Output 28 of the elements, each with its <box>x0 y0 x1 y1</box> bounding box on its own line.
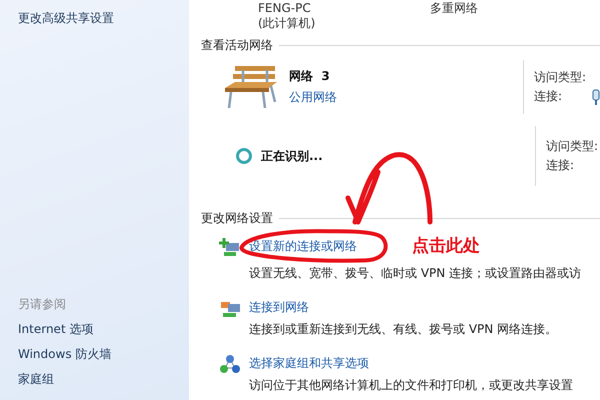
task-description: 设置无线、宽带、拨号、临时或 VPN 连接；或设置路由器或访 <box>249 265 582 282</box>
cable-plug-icon <box>592 88 600 104</box>
network-name: 正在识别... <box>261 148 323 164</box>
task-link[interactable]: 连接到网络 <box>249 300 309 314</box>
section-heading: 更改网络设置 <box>201 210 273 227</box>
network-map-label: 多重网络 <box>430 1 479 16</box>
task-link[interactable]: 选择家庭组和共享选项 <box>249 356 369 370</box>
annotation-text: 点击此处 <box>412 235 480 257</box>
task-description: 访问位于其他网络计算机上的文件和打印机，或更改共享设置 <box>249 377 573 394</box>
homegroup-icon <box>219 354 241 376</box>
network-category-link[interactable]: 公用网络 <box>289 89 337 106</box>
access-type-label: 访问类型: <box>534 70 586 84</box>
computer-name: FENG-PC <box>258 1 312 16</box>
network-add-icon <box>219 237 241 259</box>
sidebar-link[interactable]: Internet 选项 <box>18 317 189 342</box>
see-also-title: 另请参阅 <box>18 296 67 313</box>
sidebar-link[interactable]: Windows 防火墙 <box>18 342 189 367</box>
sidebar-link[interactable]: 家庭组 <box>18 367 189 392</box>
connection-label: 连接: <box>534 89 562 104</box>
loading-ring-icon <box>235 147 253 165</box>
connection-label: 连接: <box>546 158 574 173</box>
computer-note: (此计算机) <box>258 16 316 31</box>
section-heading: 查看活动网络 <box>201 37 273 54</box>
network-name: 网络 3 <box>289 68 331 85</box>
task-link[interactable]: 设置新的连接或网络 <box>249 239 357 253</box>
task-description: 连接到或重新连接到无线、有线、拨号或 VPN 网络连接。 <box>249 321 558 338</box>
access-type-label: 访问类型: <box>546 138 598 154</box>
sidebar-link[interactable]: 更改高级共享设置 <box>18 6 189 31</box>
